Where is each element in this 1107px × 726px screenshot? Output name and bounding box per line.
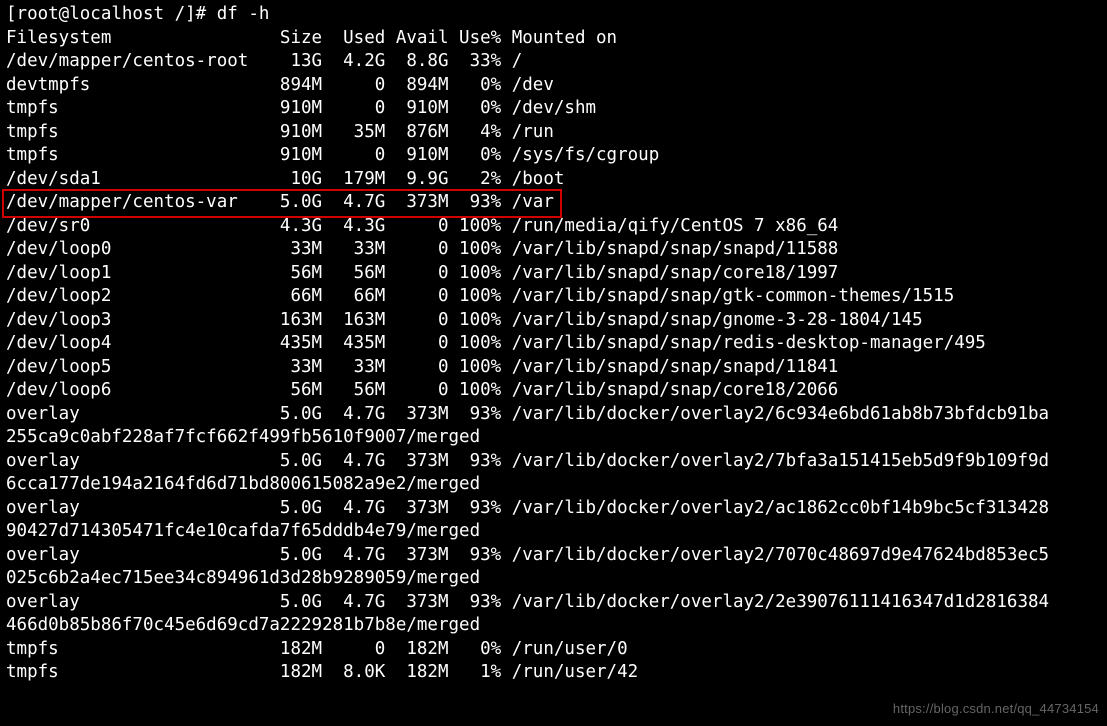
terminal-output[interactable]: [root@localhost /]# df -h Filesystem Siz… [0,0,1107,688]
watermark-text: https://blog.csdn.net/qq_44734154 [893,697,1099,721]
